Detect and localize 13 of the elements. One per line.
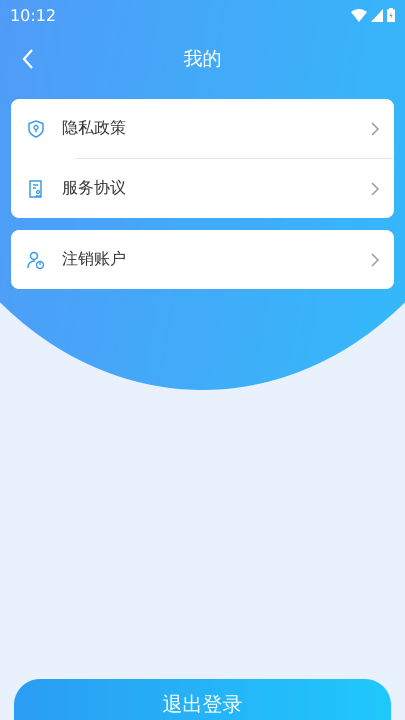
menu-item[interactable]: 服务协议 [11,159,394,218]
page-title: 我的 [184,46,222,72]
chevron-icon [370,120,380,136]
chevron-icon [370,180,380,196]
wifi-icon [351,8,367,22]
user-icon [26,250,46,270]
status-time: 10:12 [10,6,56,24]
menu-item[interactable]: 注销账户 [11,230,394,289]
chevron-icon [370,252,380,268]
shield-icon [26,118,46,138]
battery-icon [387,8,395,22]
signal-icon [371,8,383,22]
menu-item[interactable]: 隐私政策 [11,99,394,158]
